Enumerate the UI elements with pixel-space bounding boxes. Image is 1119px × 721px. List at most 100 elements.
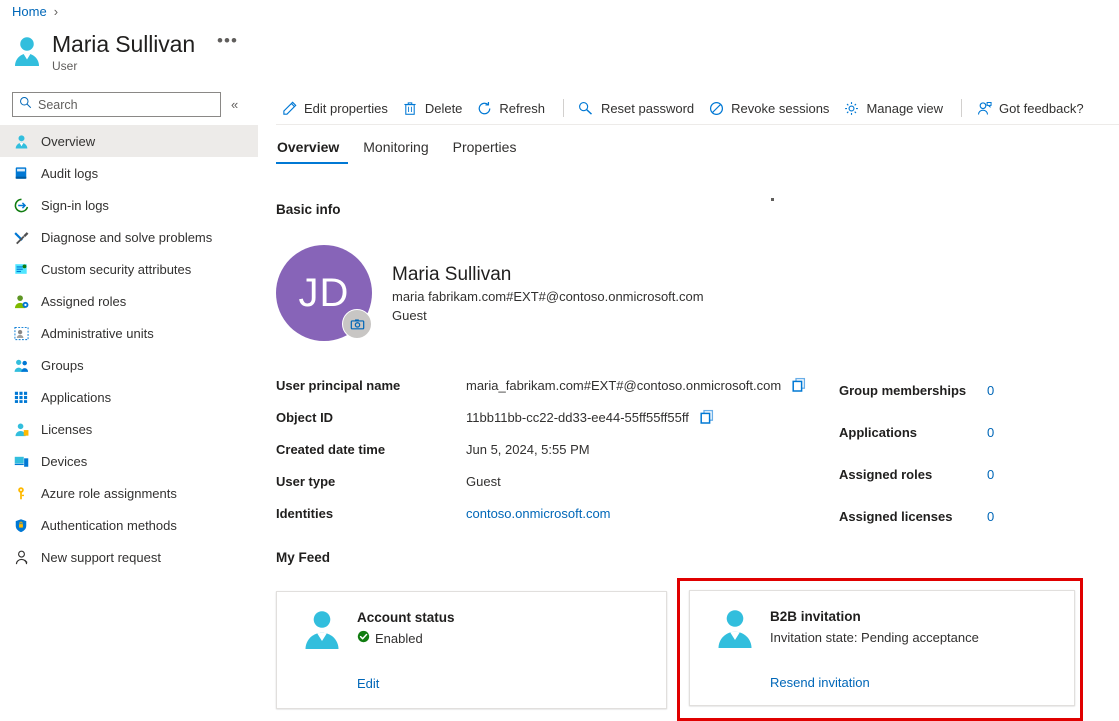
property-row-identities: Identities contoso.onmicrosoft.com <box>276 497 821 529</box>
user-type-text: Guest <box>392 307 704 325</box>
search-box[interactable] <box>12 92 221 117</box>
property-value-text: 11bb11bb-cc22-dd33-ee44-55ff55ff55ff <box>466 410 689 425</box>
sidebar-item-groups[interactable]: Groups <box>0 349 258 381</box>
sidebar-item-overview[interactable]: Overview <box>0 125 258 157</box>
property-row-upn: User principal name maria_fabrikam.com#E… <box>276 369 821 401</box>
tab-label: Monitoring <box>363 139 428 155</box>
reset-password-button[interactable]: Reset password <box>573 96 703 120</box>
camera-icon <box>350 317 365 332</box>
tab-properties[interactable]: Properties <box>441 133 529 164</box>
admin-unit-icon <box>13 325 29 341</box>
count-value[interactable]: 0 <box>987 425 994 440</box>
azure-user-overview-page: Home › Maria Sullivan ••• User <box>0 0 1119 721</box>
status-text: Enabled <box>375 628 423 650</box>
account-user-icon <box>301 608 343 650</box>
card-title: Account status <box>357 608 455 628</box>
sidebar-item-label: Devices <box>41 454 87 469</box>
revoke-sessions-button[interactable]: Revoke sessions <box>703 96 838 120</box>
sidebar-item-assigned-roles[interactable]: Assigned roles <box>0 285 258 317</box>
status-check-icon <box>357 628 370 650</box>
sidebar-item-new-support-request[interactable]: New support request <box>0 541 258 573</box>
sidebar-item-audit-logs[interactable]: Audit logs <box>0 157 258 189</box>
count-value[interactable]: 0 <box>987 509 994 524</box>
sidebar: « Overview Audit logs Sign-in logs <box>0 92 258 721</box>
tab-label: Overview <box>277 139 339 155</box>
property-label: User principal name <box>276 378 466 393</box>
manage-view-button[interactable]: Manage view <box>838 96 952 120</box>
page-title: Maria Sullivan <box>52 30 195 58</box>
sidebar-item-label: Diagnose and solve problems <box>41 230 212 245</box>
block-icon <box>708 100 724 116</box>
property-value: Jun 5, 2024, 5:55 PM <box>466 442 590 457</box>
sidebar-item-diagnose[interactable]: Diagnose and solve problems <box>0 221 258 253</box>
count-row-assigned-licenses: Assigned licenses 0 <box>839 495 1119 537</box>
search-icon <box>19 96 32 114</box>
breadcrumb: Home › <box>12 4 58 19</box>
shield-icon <box>13 517 29 533</box>
breadcrumb-home[interactable]: Home <box>12 4 47 19</box>
my-feed-heading: My Feed <box>276 550 330 565</box>
count-row-applications: Applications 0 <box>839 411 1119 453</box>
sidebar-item-azure-role-assignments[interactable]: Azure role assignments <box>0 477 258 509</box>
got-feedback-button[interactable]: Got feedback? <box>971 96 1093 120</box>
key-icon <box>13 485 29 501</box>
user-title-icon <box>12 34 42 68</box>
resend-invitation-link[interactable]: Resend invitation <box>770 675 979 690</box>
support-person-icon <box>13 549 29 565</box>
copy-icon[interactable] <box>791 377 807 393</box>
sidebar-item-devices[interactable]: Devices <box>0 445 258 477</box>
count-value[interactable]: 0 <box>987 467 994 482</box>
page-subtitle: User <box>52 59 242 73</box>
sidebar-item-applications[interactable]: Applications <box>0 381 258 413</box>
property-row-object-id: Object ID 11bb11bb-cc22-dd33-ee44-55ff55… <box>276 401 821 433</box>
pencil-icon <box>281 100 297 116</box>
basic-info-heading: Basic info <box>276 202 341 217</box>
sidebar-item-administrative-units[interactable]: Administrative units <box>0 317 258 349</box>
sidebar-item-licenses[interactable]: Licenses <box>0 413 258 445</box>
refresh-button[interactable]: Refresh <box>471 96 554 120</box>
copy-icon[interactable] <box>699 409 715 425</box>
sidebar-item-label: Assigned roles <box>41 294 126 309</box>
feedback-icon <box>976 100 992 116</box>
count-value[interactable]: 0 <box>987 383 994 398</box>
property-row-user-type: User type Guest <box>276 465 821 497</box>
sidebar-item-label: Azure role assignments <box>41 486 177 501</box>
command-divider <box>961 99 962 117</box>
key-search-icon <box>578 100 594 116</box>
command-label: Edit properties <box>304 101 388 116</box>
sidebar-item-label: Administrative units <box>41 326 154 341</box>
identities-link[interactable]: contoso.onmicrosoft.com <box>466 506 611 521</box>
collapse-sidebar-button[interactable]: « <box>227 95 242 114</box>
card-title: B2B invitation <box>770 607 979 627</box>
more-options-button[interactable]: ••• <box>213 32 242 56</box>
sidebar-item-label: Custom security attributes <box>41 262 191 277</box>
change-photo-button[interactable] <box>342 309 372 339</box>
property-row-created-date: Created date time Jun 5, 2024, 5:55 PM <box>276 433 821 465</box>
avatar-wrapper: JD <box>276 245 372 341</box>
delete-button[interactable]: Delete <box>397 96 472 120</box>
search-input[interactable] <box>38 98 204 112</box>
edit-properties-button[interactable]: Edit properties <box>276 96 397 120</box>
command-label: Refresh <box>499 101 545 116</box>
sidebar-item-sign-in-logs[interactable]: Sign-in logs <box>0 189 258 221</box>
devices-icon <box>13 453 29 469</box>
sidebar-item-label: Applications <box>41 390 111 405</box>
property-list: User principal name maria_fabrikam.com#E… <box>276 369 821 529</box>
property-value-text: maria_fabrikam.com#EXT#@contoso.onmicros… <box>466 378 781 393</box>
tab-monitoring[interactable]: Monitoring <box>351 133 440 164</box>
count-label: Applications <box>839 425 987 440</box>
sidebar-item-custom-security-attributes[interactable]: Custom security attributes <box>0 253 258 285</box>
edit-account-status-link[interactable]: Edit <box>357 676 455 691</box>
command-label: Delete <box>425 101 463 116</box>
sidebar-item-label: Groups <box>41 358 84 373</box>
property-value: Guest <box>466 474 501 489</box>
wrench-screwdriver-icon <box>13 229 29 245</box>
sidebar-item-authentication-methods[interactable]: Authentication methods <box>0 509 258 541</box>
command-label: Manage view <box>866 101 943 116</box>
people-icon <box>13 357 29 373</box>
property-value: maria_fabrikam.com#EXT#@contoso.onmicros… <box>466 377 807 393</box>
tab-overview[interactable]: Overview <box>276 133 351 164</box>
sign-in-icon <box>13 197 29 213</box>
sidebar-item-label: Overview <box>41 134 95 149</box>
property-label: Created date time <box>276 442 466 457</box>
